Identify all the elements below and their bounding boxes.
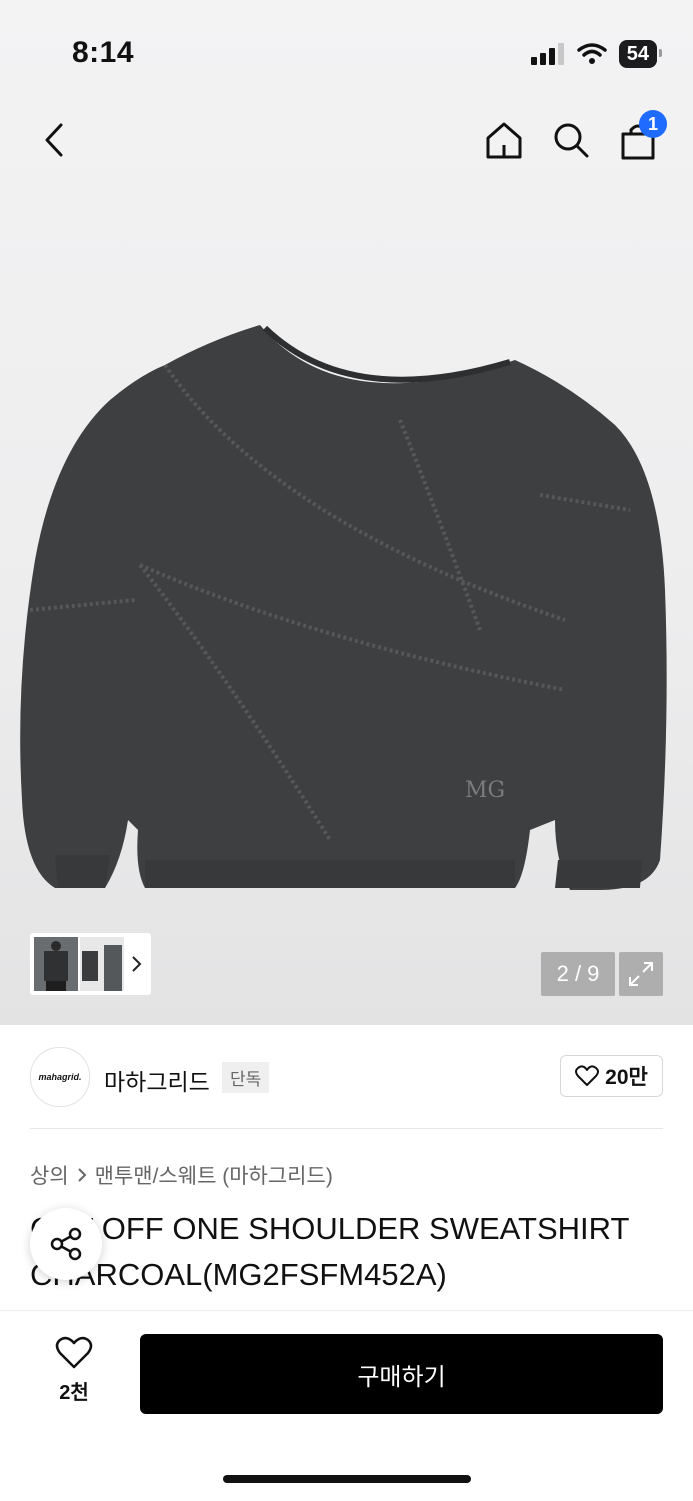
home-icon [486,122,522,159]
breadcrumb-category[interactable]: 상의 [30,1160,69,1190]
wishlist-count: 2천 [59,1382,89,1404]
divider [30,1128,663,1129]
product-title: CUT OFF ONE SHOULDER SWEATSHIRT CHARCOAL… [30,1211,629,1292]
cart-badge: 1 [639,110,667,138]
signal-icon [530,43,564,65]
home-button[interactable] [482,118,526,162]
search-button[interactable] [549,118,593,162]
breadcrumb: 상의 맨투맨/스웨트 (마하그리드) [30,1160,333,1190]
buy-button[interactable]: 구매하기 [140,1334,663,1414]
brand-logo[interactable]: mahagrid. [30,1047,90,1107]
search-icon [554,123,589,158]
thumbnail-2[interactable] [80,937,124,991]
share-icon [50,1227,82,1261]
home-indicator [223,1475,471,1483]
thumbnail-strip[interactable] [30,933,151,995]
chevron-right-icon [132,956,142,972]
brand-like-count: 20만 [605,1066,648,1089]
brand-name[interactable]: 마하그리드 [104,1063,210,1097]
battery-indicator: 54 [618,40,663,68]
heart-icon [55,1336,93,1369]
wifi-icon [577,43,607,64]
back-button[interactable] [34,120,74,160]
product-image[interactable]: MG [10,300,680,910]
wishlist-button[interactable]: 2천 [44,1336,104,1406]
brand-row: mahagrid. 마하그리드 단독 20만 [30,1047,663,1107]
cart-button[interactable]: 1 [617,110,667,162]
chevron-left-icon [45,123,63,157]
svg-text:MG: MG [465,778,505,803]
thumbnail-1[interactable] [34,937,78,991]
breadcrumb-subcategory[interactable]: 맨투맨/스웨트 (마하그리드) [95,1160,333,1190]
expand-icon [629,962,653,986]
image-counter: 2 / 9 [541,952,615,996]
exclusive-badge: 단독 [222,1062,270,1093]
chevron-right-icon [77,1168,87,1182]
expand-button[interactable] [619,952,663,996]
status-icons: 54 [530,40,663,68]
heart-icon [575,1065,600,1086]
brand-like-button[interactable]: 20만 [560,1055,663,1097]
status-time: 8:14 [72,36,135,69]
share-button[interactable] [30,1208,102,1280]
